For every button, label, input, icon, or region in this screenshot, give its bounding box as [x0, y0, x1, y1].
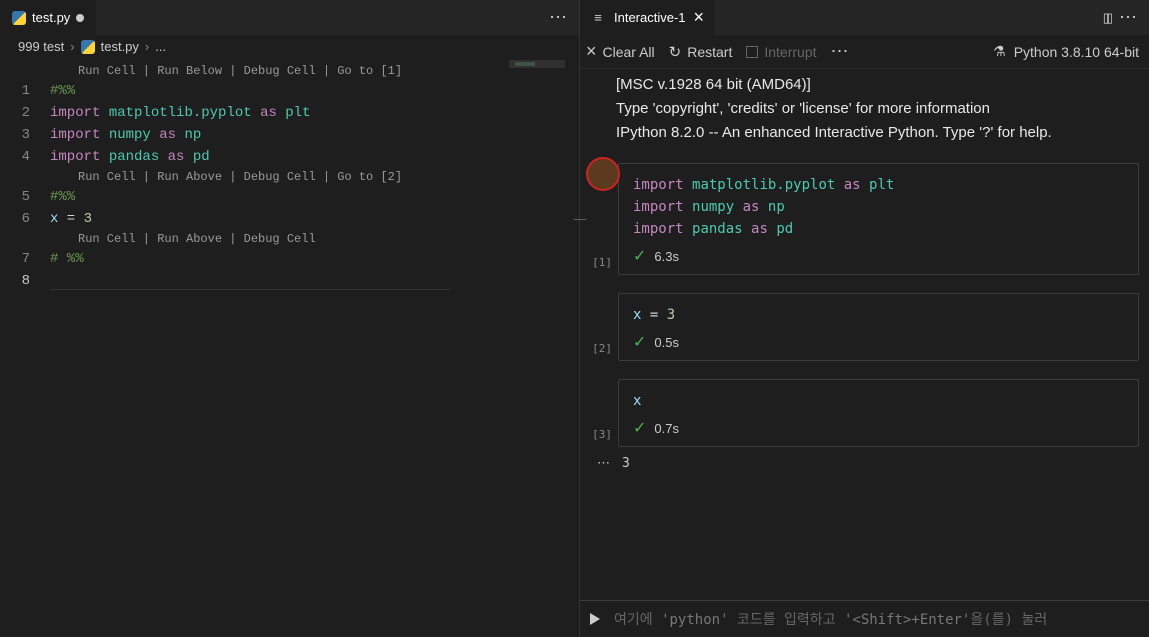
startup-banner: [MSC v.1928 64 bit (AMD64)] Type 'copyri… — [580, 69, 1149, 157]
executed-cell[interactable]: [1] import matplotlib.pyplot as plt impo… — [582, 163, 1139, 275]
interrupt-button[interactable]: Interrupt — [746, 44, 816, 60]
execute-button[interactable] — [590, 613, 600, 625]
check-icon: ✓ — [633, 246, 646, 266]
interactive-tab-bar: ≡ Interactive-1 — [580, 0, 1149, 35]
cell-code: x = 3 — [619, 294, 1138, 328]
cell-index: [1] — [582, 256, 612, 275]
executed-cell[interactable]: [2] x = 3 ✓ 0.5s — [582, 293, 1139, 361]
split-editor-icon[interactable] — [1103, 10, 1109, 26]
more-actions-icon[interactable] — [831, 41, 849, 62]
line-number: 1 — [0, 80, 50, 102]
breadcrumb[interactable]: 999 test › test.py › ... — [0, 35, 579, 62]
more-actions-icon[interactable] — [1119, 7, 1137, 28]
tab-title: Interactive-1 — [614, 10, 686, 25]
close-icon — [586, 41, 597, 62]
input-bar[interactable]: 여기에 'python' 코드를 입력하고 '<Shift>+Enter'을(를… — [580, 600, 1149, 637]
python-icon — [12, 11, 26, 25]
stop-icon — [746, 46, 758, 58]
cell-index: [3] — [582, 428, 612, 447]
restart-button[interactable]: Restart — [669, 43, 733, 61]
editor-tab[interactable]: test.py — [0, 0, 97, 35]
cell-code: import matplotlib.pyplot as plt import n… — [619, 164, 1138, 242]
beaker-icon — [993, 43, 1006, 60]
marker-dot-icon — [586, 157, 620, 191]
kernel-label: Python 3.8.10 64-bit — [1014, 44, 1139, 60]
check-icon: ✓ — [633, 332, 646, 352]
execution-time: 6.3s — [654, 249, 679, 264]
interactive-toolbar: Clear All Restart Interrupt Python 3.8.1… — [580, 35, 1149, 69]
breadcrumb-folder[interactable]: 999 test — [18, 39, 64, 54]
more-actions-icon[interactable] — [549, 7, 567, 28]
breadcrumb-file[interactable]: test.py — [101, 39, 139, 54]
executed-cell[interactable]: [3] x ✓ 0.7s — [582, 379, 1139, 447]
line-number: 7 — [0, 248, 50, 270]
line-number: 8 — [0, 270, 50, 292]
output-value: 3 — [622, 456, 630, 471]
restart-icon — [669, 43, 682, 61]
line-number: 5 — [0, 186, 50, 208]
breadcrumb-tail[interactable]: ... — [155, 39, 166, 54]
cell-index: [2] — [582, 342, 612, 361]
cell-output: ⋯ 3 — [582, 451, 1139, 471]
tab-title: test.py — [32, 10, 70, 25]
cell-code: x — [619, 380, 1138, 414]
codelens-link[interactable]: Run Cell | Run Above | Debug Cell | Go t… — [0, 168, 579, 186]
editor-panel: test.py 999 test › test.py › ... Run Cel… — [0, 0, 580, 637]
python-icon — [81, 40, 95, 54]
clear-all-button[interactable]: Clear All — [586, 41, 655, 62]
cell-status: ✓ 0.5s — [619, 328, 1138, 360]
cells-area[interactable]: [1] import matplotlib.pyplot as plt impo… — [580, 157, 1149, 600]
close-icon[interactable] — [694, 7, 705, 28]
interactive-tab[interactable]: ≡ Interactive-1 — [580, 0, 714, 35]
kernel-picker[interactable]: Python 3.8.10 64-bit — [993, 43, 1139, 60]
check-icon: ✓ — [633, 418, 646, 438]
code-editor[interactable]: Run Cell | Run Below | Debug Cell | Go t… — [0, 62, 579, 637]
codelens-link[interactable]: Run Cell | Run Above | Debug Cell — [0, 230, 579, 248]
interactive-icon: ≡ — [590, 10, 606, 25]
cell-status: ✓ 0.7s — [619, 414, 1138, 446]
line-number: 6 — [0, 208, 50, 230]
editor-tab-bar: test.py — [0, 0, 579, 35]
interactive-panel: ≡ Interactive-1 Clear All Restart Interr… — [580, 0, 1149, 637]
code-input[interactable]: 여기에 'python' 코드를 입력하고 '<Shift>+Enter'을(를… — [614, 609, 1047, 629]
chevron-right-icon: › — [70, 39, 74, 54]
output-more-icon[interactable]: ⋯ — [582, 455, 612, 471]
modified-indicator-icon — [76, 14, 84, 22]
execution-time: 0.7s — [654, 421, 679, 436]
line-number: 2 — [0, 102, 50, 124]
line-number: 4 — [0, 146, 50, 168]
execution-time: 0.5s — [654, 335, 679, 350]
line-number: 3 — [0, 124, 50, 146]
cell-status: ✓ 6.3s — [619, 242, 1138, 274]
codelens-link[interactable]: Run Cell | Run Below | Debug Cell | Go t… — [0, 62, 579, 80]
chevron-right-icon: › — [145, 39, 149, 54]
